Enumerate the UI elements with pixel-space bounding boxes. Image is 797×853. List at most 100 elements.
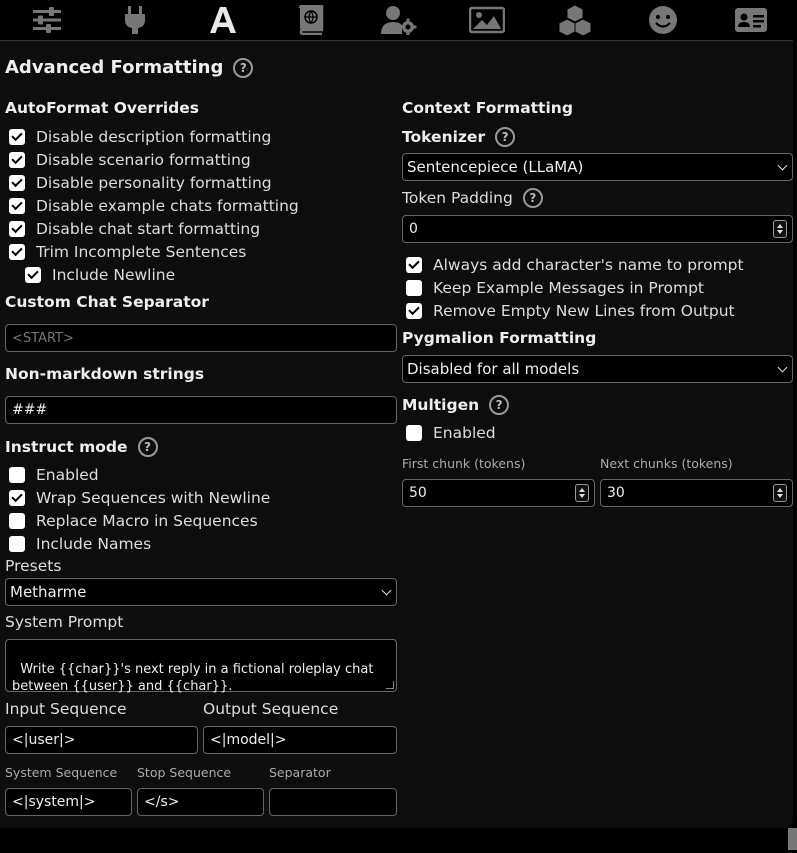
id-card-icon <box>735 8 767 32</box>
presets-select[interactable]: Metharme <box>5 578 397 606</box>
nav-tab-character-management[interactable] <box>729 2 773 38</box>
first-chunk-value: 50 <box>409 485 427 501</box>
stop-sequence-label: Stop Sequence <box>137 765 232 780</box>
checkbox-box[interactable] <box>9 536 25 552</box>
pygmalion-select[interactable]: Disabled for all models <box>402 355 793 383</box>
checkbox-box[interactable] <box>9 490 25 506</box>
checkbox-box[interactable] <box>9 152 25 168</box>
checkbox-box[interactable] <box>9 129 25 145</box>
checkbox-disable-chat-start[interactable]: Disable chat start formatting <box>9 219 260 239</box>
checkbox-box[interactable] <box>9 175 25 191</box>
book-globe-icon <box>298 5 324 35</box>
checkbox-box[interactable] <box>9 467 25 483</box>
token-padding-input[interactable]: 0 <box>402 215 793 243</box>
input-sequence-input[interactable]: <|user|> <box>5 726 198 754</box>
multigen-row: Multigen ? <box>402 395 510 415</box>
checkbox-include-newline[interactable]: Include Newline <box>25 265 175 285</box>
checkbox-label: Trim Incomplete Sentences <box>36 243 247 261</box>
custom-separator-header: Custom Chat Separator <box>5 293 209 311</box>
stepper-icon[interactable] <box>773 220 787 238</box>
sliders-icon <box>33 7 61 33</box>
checkbox-label: Disable chat start formatting <box>36 220 261 238</box>
checkbox-remove-empty-lines[interactable]: Remove Empty New Lines from Output <box>406 301 735 321</box>
panel-header: Advanced Formatting ? <box>5 57 254 78</box>
checkbox-trim-sentences[interactable]: Trim Incomplete Sentences <box>9 242 246 262</box>
token-padding-value: 0 <box>409 221 418 237</box>
checkbox-box[interactable] <box>406 257 422 273</box>
checkbox-disable-example-chats[interactable]: Disable example chats formatting <box>9 196 299 216</box>
checkbox-box[interactable] <box>406 425 422 441</box>
help-icon[interactable]: ? <box>522 188 543 208</box>
checkbox-label: Include Newline <box>52 266 176 284</box>
checkbox-label: Disable personality formatting <box>36 174 272 192</box>
checkbox-box[interactable] <box>9 198 25 214</box>
checkbox-disable-personality[interactable]: Disable personality formatting <box>9 173 272 193</box>
nonmarkdown-input[interactable]: ### <box>5 396 397 424</box>
first-chunk-label: First chunk (tokens) <box>402 456 526 471</box>
output-sequence-label: Output Sequence <box>203 700 339 718</box>
help-icon[interactable]: ? <box>137 437 158 457</box>
checkbox-box[interactable] <box>406 280 422 296</box>
image-icon <box>469 6 505 34</box>
system-prompt-label: System Prompt <box>5 613 124 631</box>
checkbox-label: Enabled <box>433 424 496 442</box>
checkbox-label: Disable scenario formatting <box>36 151 251 169</box>
font-a-icon <box>210 7 236 33</box>
checkbox-box[interactable] <box>9 513 25 529</box>
system-sequence-label: System Sequence <box>5 765 118 780</box>
pygmalion-value: Disabled for all models <box>407 360 580 378</box>
user-gear-icon <box>381 6 417 35</box>
checkbox-instruct-enabled[interactable]: Enabled <box>9 465 99 485</box>
nav-tab-backgrounds[interactable] <box>465 2 509 38</box>
checkbox-box[interactable] <box>9 221 25 237</box>
checkbox-box[interactable] <box>406 303 422 319</box>
system-prompt-textarea[interactable]: Write {{char}}'s next reply in a fiction… <box>5 639 397 694</box>
checkbox-wrap-newline[interactable]: Wrap Sequences with Newline <box>9 488 270 508</box>
scrollbar-thumb[interactable] <box>788 828 797 850</box>
stop-sequence-input[interactable]: </s> <box>137 788 264 816</box>
separator-label: Separator <box>269 765 331 780</box>
nav-tab-extensions[interactable] <box>553 2 597 38</box>
checkbox-add-char-name[interactable]: Always add character's name to prompt <box>406 255 744 275</box>
next-chunks-input[interactable]: 30 <box>600 479 793 507</box>
help-icon[interactable]: ? <box>489 395 510 415</box>
token-padding-label: Token Padding <box>402 189 513 207</box>
next-chunks-label: Next chunks (tokens) <box>600 456 733 471</box>
nav-tab-persona[interactable] <box>641 2 685 38</box>
checkbox-include-names[interactable]: Include Names <box>9 534 151 554</box>
cubes-icon <box>558 4 592 36</box>
checkbox-multigen-enabled[interactable]: Enabled <box>406 423 496 443</box>
checkbox-disable-scenario[interactable]: Disable scenario formatting <box>9 150 251 170</box>
checkbox-replace-macro[interactable]: Replace Macro in Sequences <box>9 511 258 531</box>
nav-tab-ai-settings[interactable] <box>25 2 69 38</box>
help-icon[interactable]: ? <box>495 127 516 147</box>
first-chunk-input[interactable]: 50 <box>402 479 595 507</box>
checkbox-label: Always add character's name to prompt <box>433 256 744 274</box>
nav-tab-advanced-formatting[interactable] <box>201 2 245 38</box>
stepper-icon[interactable] <box>773 484 787 502</box>
checkbox-disable-description[interactable]: Disable description formatting <box>9 127 271 147</box>
custom-separator-input[interactable]: <START> <box>5 324 397 352</box>
nav-tab-world-info[interactable] <box>289 2 333 38</box>
separator-input[interactable] <box>269 788 397 816</box>
checkbox-keep-example-messages[interactable]: Keep Example Messages in Prompt <box>406 278 704 298</box>
input-sequence-label: Input Sequence <box>5 700 127 718</box>
output-sequence-input[interactable]: <|model|> <box>203 726 397 754</box>
resize-handle-icon[interactable] <box>386 681 394 689</box>
nav-tab-api-connections[interactable] <box>113 2 157 38</box>
checkbox-label: Disable description formatting <box>36 128 272 146</box>
chevron-down-icon <box>777 160 788 171</box>
system-sequence-input[interactable]: <|system|> <box>5 788 132 816</box>
checkbox-label: Disable example chats formatting <box>36 197 299 215</box>
checkbox-box[interactable] <box>9 244 25 260</box>
tokenizer-select[interactable]: Sentencepiece (LLaMA) <box>402 153 793 181</box>
pygmalion-header: Pygmalion Formatting <box>402 329 597 347</box>
stepper-icon[interactable] <box>575 484 589 502</box>
checkbox-label: Remove Empty New Lines from Output <box>433 302 735 320</box>
token-padding-row: Token Padding ? <box>402 188 543 208</box>
instruct-mode-row: Instruct mode ? <box>5 437 158 457</box>
instruct-mode-header: Instruct mode <box>5 438 128 456</box>
nav-tab-user-settings[interactable] <box>377 2 421 38</box>
help-icon[interactable]: ? <box>233 57 254 78</box>
checkbox-box[interactable] <box>25 267 41 283</box>
